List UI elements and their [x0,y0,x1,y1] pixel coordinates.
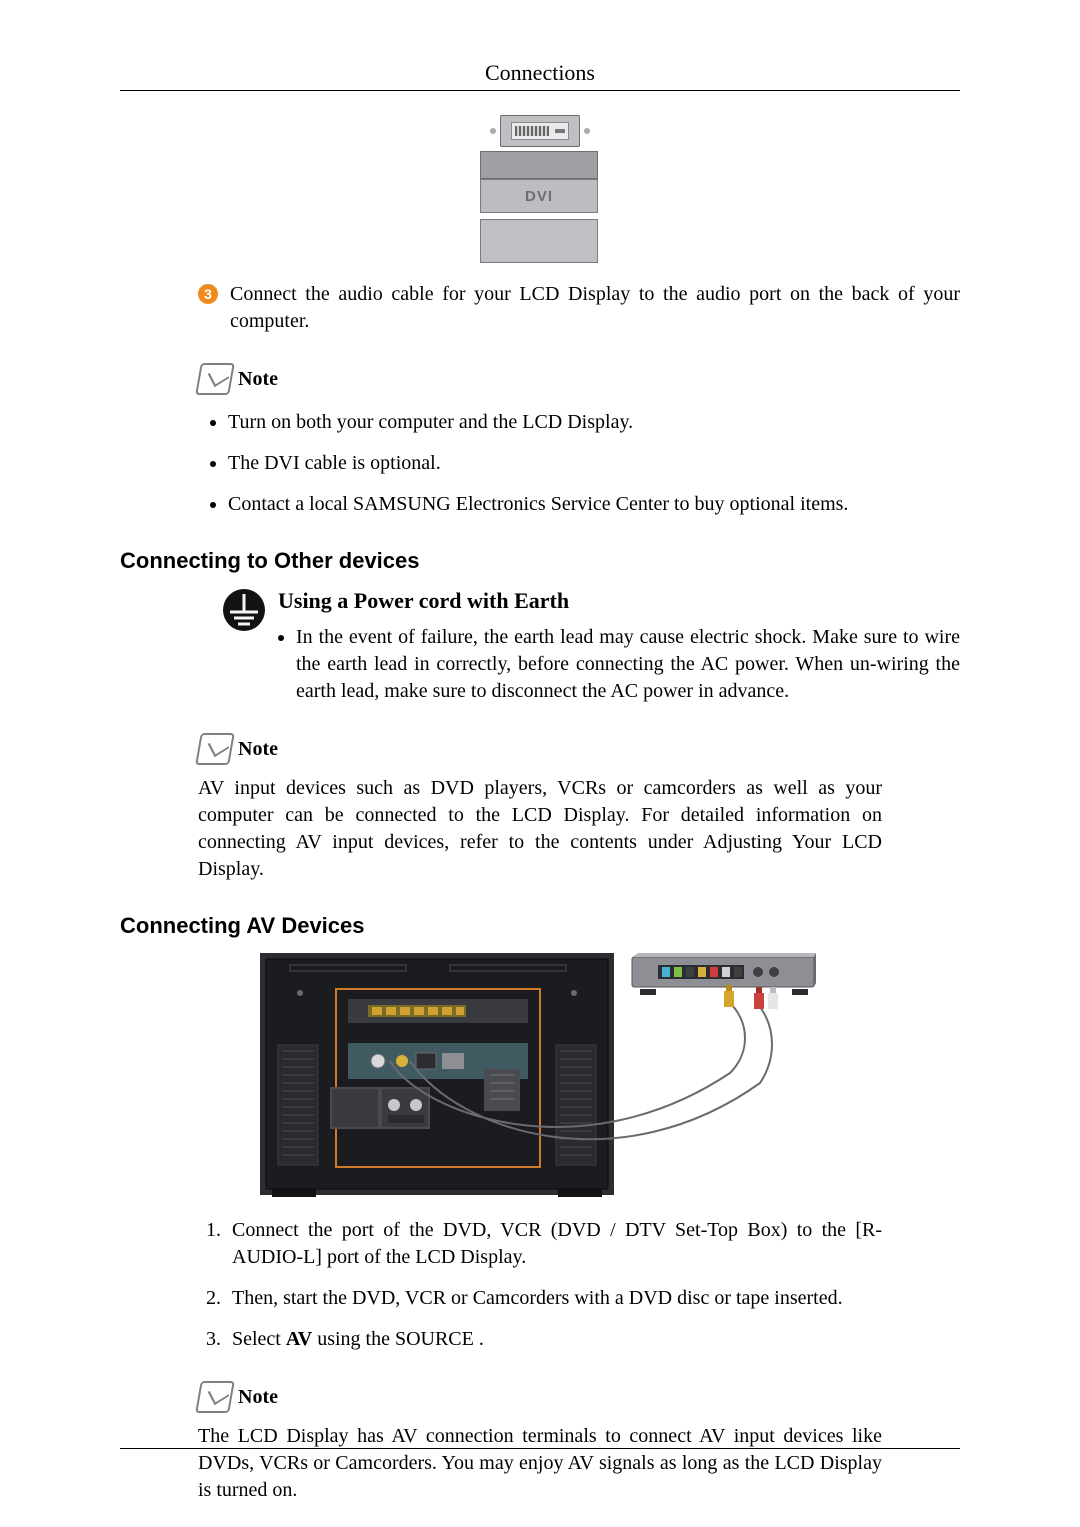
note-label: Note [238,368,278,391]
note-2-text: AV input devices such as DVD players, VC… [198,775,882,883]
dvi-screw-right-icon [584,128,590,134]
dvi-diagram: DVI [480,115,600,263]
av-diagram [260,953,820,1203]
earth-block: Using a Power cord with Earth In the eve… [222,588,960,705]
header-rule [120,90,960,91]
step-3-text: Connect the audio cable for your LCD Dis… [230,281,960,335]
av-steps: Connect the port of the DVD, VCR (DVD / … [198,1217,882,1353]
note-1-list: Turn on both your computer and the LCD D… [198,409,960,518]
note-1-item-1: Turn on both your computer and the LCD D… [228,409,960,436]
dvi-panel-top [480,151,598,179]
note-1-item-3: Contact a local SAMSUNG Electronics Serv… [228,491,960,518]
note-3-text: The LCD Display has AV connection termin… [198,1423,882,1504]
step-number-3-icon: 3 [198,284,218,304]
dvi-port-icon [500,115,580,147]
note-label: Note [238,1386,278,1409]
note-icon [195,1381,235,1413]
av-step-3-post: using the SOURCE . [312,1328,484,1350]
earth-ground-icon [222,588,266,636]
page-header: Connections [120,60,960,90]
av-step-3-pre: Select [232,1328,286,1350]
note-icon [195,363,235,395]
note-icon [195,733,235,765]
earth-title: Using a Power cord with Earth [278,588,960,614]
step-3: 3 Connect the audio cable for your LCD D… [198,281,960,335]
av-step-3-bold: AV [286,1328,312,1350]
note-heading-2: Note [198,733,960,765]
section-av-devices: Connecting AV Devices [120,913,960,939]
dvi-label: DVI [480,179,598,213]
note-heading-1: Note [198,363,960,395]
page: Connections DVI 3 Connect the audio cabl… [0,0,1080,1527]
note-label: Note [238,738,278,761]
note-1-item-2: The DVI cable is optional. [228,450,960,477]
av-step-1: Connect the port of the DVD, VCR (DVD / … [226,1217,882,1271]
av-step-2: Then, start the DVD, VCR or Camcorders w… [226,1285,882,1312]
note-heading-3: Note [198,1381,960,1413]
earth-body: In the event of failure, the earth lead … [296,624,960,705]
dvi-panel-bottom [480,219,598,263]
av-step-3: Select AV using the SOURCE . [226,1326,882,1353]
earth-text: Using a Power cord with Earth In the eve… [278,588,960,705]
footer-rule [120,1448,960,1449]
section-other-devices: Connecting to Other devices [120,548,960,574]
dvi-screw-left-icon [490,128,496,134]
